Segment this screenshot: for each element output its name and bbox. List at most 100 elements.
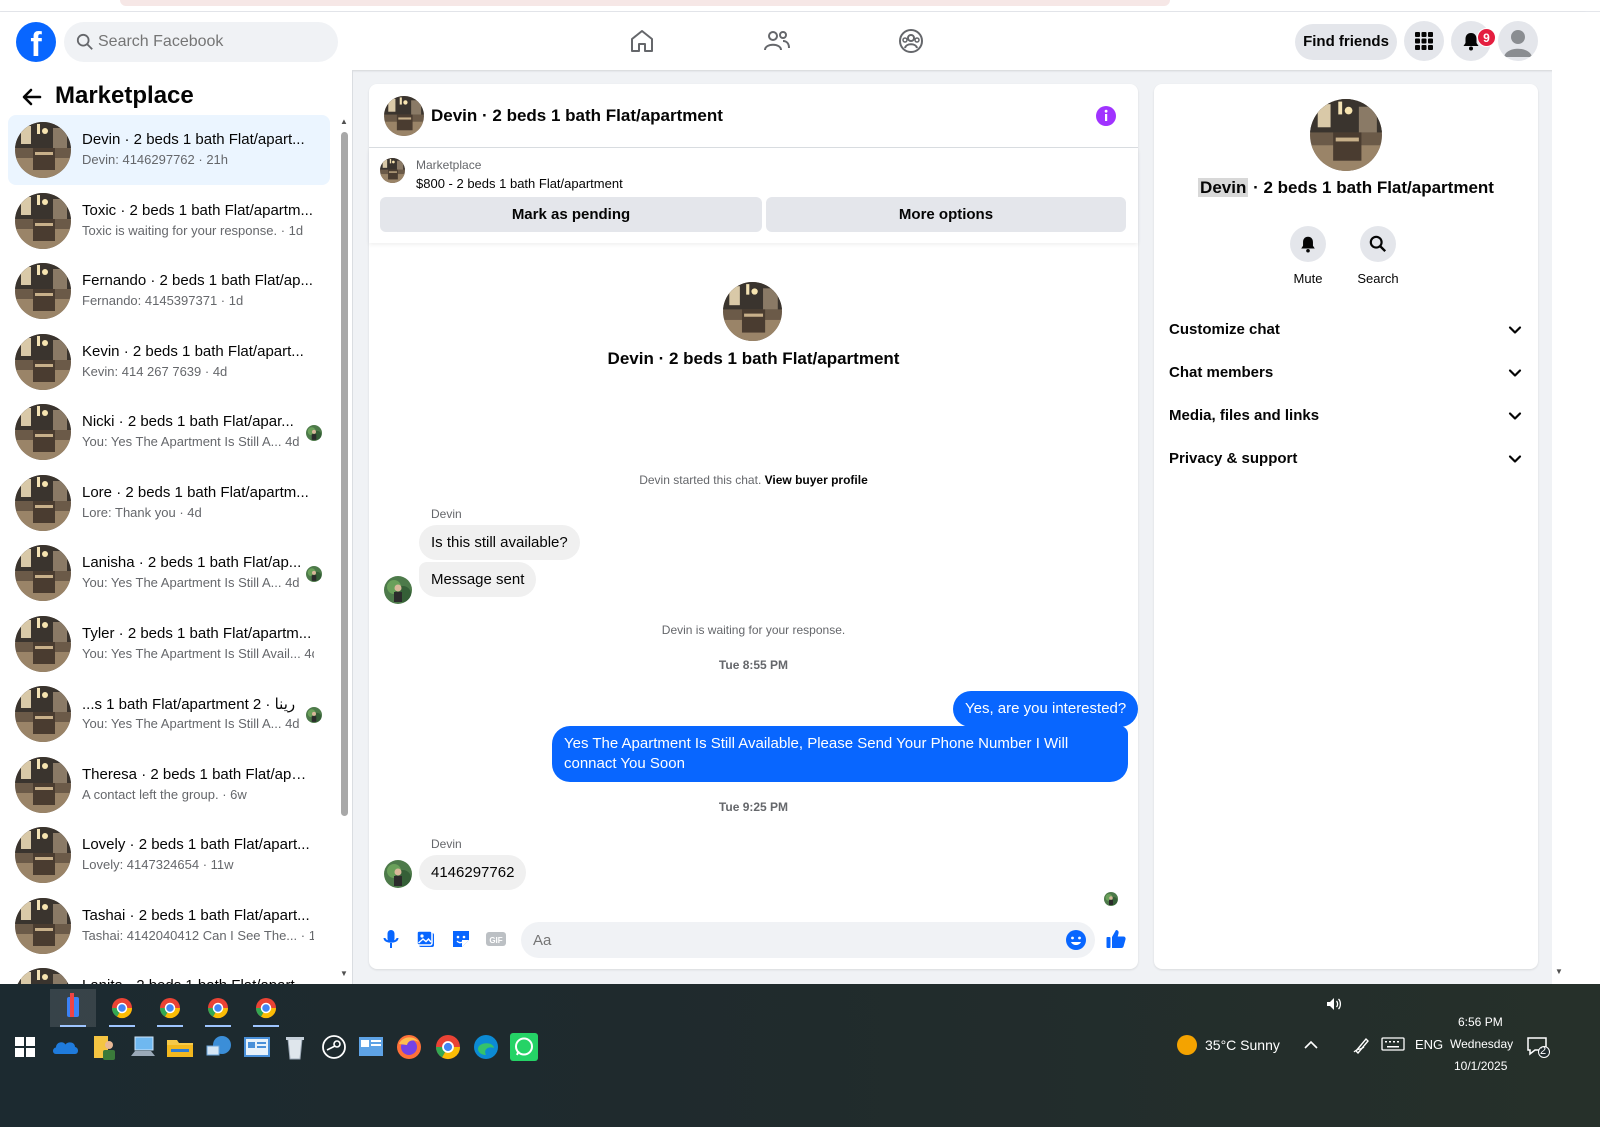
groups-icon[interactable]	[896, 26, 926, 56]
incoming-message[interactable]: Is this still available?	[419, 525, 580, 560]
more-options-button[interactable]: More options	[766, 197, 1126, 232]
info-section-privacy-support[interactable]: Privacy & support	[1169, 438, 1524, 478]
steam-icon[interactable]	[319, 1032, 349, 1062]
account-avatar[interactable]	[1498, 21, 1538, 61]
listing-thumbnail[interactable]	[380, 158, 405, 183]
scrollbar-thumb[interactable]	[341, 132, 348, 816]
chrome-icon[interactable]	[433, 1032, 463, 1062]
chat-list-item[interactable]: Lanisha · 2 beds 1 bath Flat/ap... You: Y…	[8, 538, 330, 608]
chat-list-item[interactable]: Lovely · 2 beds 1 bath Flat/apart... Love…	[8, 820, 330, 890]
photo-icon[interactable]	[415, 928, 437, 950]
view-buyer-profile-link[interactable]: View buyer profile	[765, 473, 868, 487]
chat-avatar	[15, 615, 71, 672]
control-panel-icon[interactable]	[242, 1032, 272, 1062]
clock-time[interactable]: 6:56 PM	[1458, 1015, 1503, 1029]
conversation-title[interactable]: Devin · 2 beds 1 bath Flat/apartment	[431, 106, 723, 126]
top-navigation-bar: f Find friends 9	[0, 12, 1586, 70]
microphone-icon[interactable]	[380, 928, 402, 950]
sender-avatar[interactable]	[384, 860, 412, 888]
back-arrow-icon[interactable]	[20, 85, 44, 109]
chat-list-item[interactable]: Tyler · 2 beds 1 bath Flat/apartm... You:…	[8, 609, 330, 679]
search-input[interactable]	[98, 22, 328, 62]
menu-button[interactable]	[1404, 21, 1444, 61]
clock-date[interactable]: 10/1/2025	[1454, 1059, 1507, 1073]
chat-list-item[interactable]: Toxic · 2 beds 1 bath Flat/apartm... Toxi…	[8, 186, 330, 256]
speaker-icon[interactable]	[1325, 995, 1343, 1013]
sender-name: Devin	[431, 507, 462, 521]
language-indicator[interactable]: ENG	[1415, 1037, 1443, 1052]
keyboard-icon[interactable]	[1381, 1037, 1405, 1051]
search-box[interactable]	[64, 22, 338, 62]
clock-day[interactable]: Wednesday	[1450, 1037, 1513, 1051]
search-circle[interactable]	[1360, 226, 1396, 262]
chat-avatar	[15, 474, 71, 531]
scroll-down-arrow-icon[interactable]: ▼	[340, 970, 348, 978]
listing-avatar[interactable]	[384, 96, 424, 136]
home-icon[interactable]	[627, 26, 657, 56]
edge-icon[interactable]	[471, 1032, 501, 1062]
this-pc-icon[interactable]	[128, 1032, 158, 1062]
file-explorer-icon[interactable]	[165, 1032, 195, 1062]
sender-avatar[interactable]	[384, 576, 412, 604]
chat-list-item[interactable]: Lanita · 2 beds 1 bath Flat/apart...	[8, 961, 330, 984]
incoming-message[interactable]: Message sent	[419, 562, 537, 597]
info-section-chat-members[interactable]: Chat members	[1169, 352, 1524, 392]
action-center-icon[interactable]	[1526, 1035, 1550, 1059]
taskbar-chrome-window[interactable]	[147, 989, 193, 1027]
chat-list-item[interactable]: Tashai · 2 beds 1 bath Flat/apart... Tash…	[8, 891, 330, 961]
user-folder-icon[interactable]	[89, 1032, 119, 1062]
chevron-up-icon[interactable]	[1303, 1038, 1319, 1052]
chrome-icon	[207, 998, 229, 1019]
chat-list-item[interactable]: Kevin · 2 beds 1 bath Flat/apart... Kevin…	[8, 327, 330, 397]
info-section-media-files-and-links[interactable]: Media, files and links	[1169, 395, 1524, 435]
message-input[interactable]	[533, 922, 1053, 958]
chat-list-item[interactable]: ...s 1 bath Flat/apartment 2 · رينا You: …	[8, 679, 330, 749]
find-friends-button[interactable]: Find friends	[1295, 24, 1397, 60]
info-icon[interactable]	[1095, 105, 1117, 127]
info-section-customize-chat[interactable]: Customize chat	[1169, 309, 1524, 349]
taskbar-chrome-window[interactable]	[195, 989, 241, 1027]
emoji-icon[interactable]	[1065, 929, 1087, 951]
whatsapp-icon[interactable]	[509, 1032, 539, 1062]
mute-circle[interactable]	[1290, 226, 1326, 262]
windows-start-icon[interactable]	[15, 1037, 35, 1057]
chat-list-item[interactable]: Fernando · 2 beds 1 bath Flat/ap... Ferna…	[8, 256, 330, 326]
chat-list-scrollbar[interactable]: ▲ ▼	[340, 118, 348, 984]
window-edge	[1566, 12, 1600, 984]
chat-list-item[interactable]: Theresa · 2 beds 1 bath Flat/apar... A co…	[8, 750, 330, 820]
recycle-bin-icon[interactable]	[280, 1032, 310, 1062]
search-in-conversation-button[interactable]: Search	[1343, 226, 1413, 286]
like-thumb-icon[interactable]	[1105, 928, 1127, 950]
chat-list-item[interactable]: Nicki · 2 beds 1 bath Flat/apar... You: Y…	[8, 397, 330, 467]
outgoing-message[interactable]: Yes, are you interested?	[953, 691, 1139, 727]
scroll-up-arrow-icon[interactable]: ▲	[340, 118, 348, 126]
taskbar-chrome-window[interactable]	[99, 989, 145, 1027]
chat-info-avatar[interactable]	[1310, 99, 1382, 171]
chat-info-title-rest: · 2 beds 1 bath Flat/apartment	[1248, 178, 1494, 197]
chat-list-item[interactable]: Lore · 2 beds 1 bath Flat/apartm... Lore:…	[8, 468, 330, 538]
chat-avatar	[15, 263, 71, 319]
message-input-wrap[interactable]	[521, 922, 1095, 958]
page-scroll-down-icon[interactable]: ▼	[1555, 968, 1563, 976]
taskbar-running-app[interactable]	[50, 989, 96, 1027]
chevron-down-icon	[1508, 326, 1522, 334]
page-scrollbar[interactable]: ▼	[1552, 70, 1566, 984]
chat-list-item[interactable]: Devin · 2 beds 1 bath Flat/apart... Devin…	[8, 115, 330, 185]
network-icon[interactable]	[204, 1032, 234, 1062]
firefox-icon[interactable]	[394, 1032, 424, 1062]
pen-icon[interactable]	[1352, 1036, 1372, 1054]
sticker-icon[interactable]	[450, 928, 472, 950]
friends-icon[interactable]	[762, 26, 792, 56]
address-bar-edge	[120, 0, 1170, 6]
taskbar-chrome-window[interactable]	[243, 989, 289, 1027]
listing-price[interactable]: $800 - 2 beds 1 bath Flat/apartment	[416, 176, 623, 191]
mute-button[interactable]: Mute	[1273, 226, 1343, 286]
facebook-logo-icon[interactable]: f	[16, 22, 56, 62]
system-settings-icon[interactable]	[356, 1032, 386, 1062]
mark-as-pending-button[interactable]: Mark as pending	[380, 197, 762, 232]
conversation-panel: Devin · 2 beds 1 bath Flat/apartment Mar…	[369, 84, 1139, 969]
incoming-message[interactable]: 4146297762	[419, 855, 527, 890]
onedrive-icon[interactable]	[50, 1032, 80, 1062]
gif-icon[interactable]: GIF	[485, 928, 507, 950]
outgoing-message[interactable]: Yes The Apartment Is Still Available, Pl…	[552, 726, 1128, 782]
